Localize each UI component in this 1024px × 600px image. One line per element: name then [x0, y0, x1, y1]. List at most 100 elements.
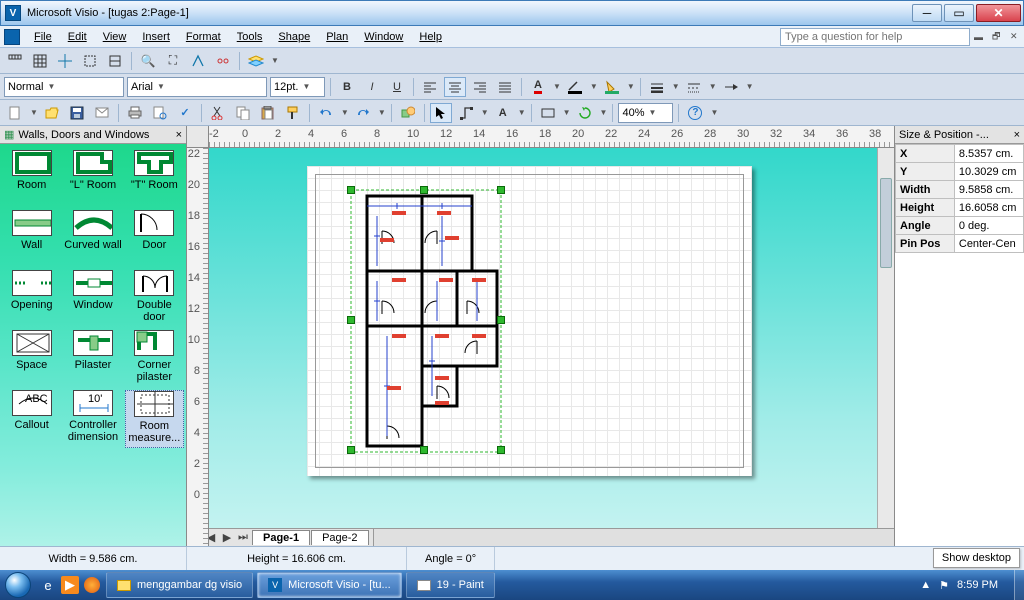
menu-insert[interactable]: Insert — [134, 29, 178, 45]
page-tab-2[interactable]: Page-2 — [311, 530, 368, 545]
help-button[interactable]: ? — [684, 103, 706, 123]
minimize-button[interactable]: ─ — [912, 4, 942, 22]
shape-stencil-item[interactable]: Space — [2, 330, 61, 388]
selection-handle-e[interactable] — [497, 316, 505, 324]
line-pattern-dropdown-icon[interactable]: ▼ — [709, 82, 717, 91]
pinned-firefox-icon[interactable] — [81, 572, 103, 598]
format-painter-button[interactable] — [282, 103, 304, 123]
bold-button[interactable]: B — [336, 77, 358, 97]
dynamic-grid-button[interactable] — [212, 51, 234, 71]
align-left-button[interactable] — [419, 77, 441, 97]
taskbar-button[interactable]: VMicrosoft Visio - [tu... — [257, 572, 402, 598]
selection-handle-se[interactable] — [497, 446, 505, 454]
system-tray[interactable]: ▲ ⚑ 8:59 PM — [904, 579, 1014, 592]
shape-stencil-item[interactable]: Room — [2, 150, 61, 208]
rotate-tool-button[interactable] — [574, 103, 596, 123]
vertical-scrollbar[interactable] — [877, 148, 894, 528]
size-position-close-button[interactable]: × — [1014, 129, 1020, 141]
font-combo[interactable]: Arial▼ — [127, 77, 267, 97]
shape-stencil-item[interactable]: Curved wall — [63, 210, 122, 268]
zoom-in-button[interactable]: 🔍 — [137, 51, 159, 71]
maximize-button[interactable]: ▭ — [944, 4, 974, 22]
font-color-dropdown-icon[interactable]: ▼ — [553, 82, 561, 91]
underline-button[interactable]: U — [386, 77, 408, 97]
page-breaks-toggle[interactable] — [104, 51, 126, 71]
line-pattern-button[interactable] — [683, 77, 705, 97]
email-button[interactable] — [91, 103, 113, 123]
rectangle-tool-button[interactable] — [537, 103, 559, 123]
size-pos-value[interactable]: 8.5357 cm. — [954, 145, 1023, 163]
taskbar-button[interactable]: menggambar dg visio — [106, 572, 253, 598]
size-pos-value[interactable]: 10.3029 cm — [954, 163, 1023, 181]
open-button[interactable] — [41, 103, 63, 123]
menu-edit[interactable]: Edit — [60, 29, 95, 45]
rulers-toggle[interactable] — [4, 51, 26, 71]
menu-format[interactable]: Format — [178, 29, 229, 45]
align-right-button[interactable] — [469, 77, 491, 97]
save-button[interactable] — [66, 103, 88, 123]
line-color-dropdown-icon[interactable]: ▼ — [590, 82, 598, 91]
shape-stencil-item[interactable]: Double door — [125, 270, 184, 328]
menu-plan[interactable]: Plan — [318, 29, 356, 45]
copy-button[interactable] — [232, 103, 254, 123]
help-search-input[interactable] — [780, 28, 970, 46]
selection-handle-ne[interactable] — [497, 186, 505, 194]
shape-stencil-item[interactable]: Opening — [2, 270, 61, 328]
mdi-close-button[interactable]: ✕ — [1010, 31, 1024, 42]
fill-color-dropdown-icon[interactable]: ▼ — [627, 82, 635, 91]
paste-button[interactable] — [257, 103, 279, 123]
shape-stencil-item[interactable]: "L" Room — [63, 150, 122, 208]
guides-toggle[interactable] — [54, 51, 76, 71]
fill-color-button[interactable] — [601, 77, 623, 97]
shape-stencil-item[interactable]: Corner pilaster — [125, 330, 184, 388]
help-dropdown-icon[interactable]: ▼ — [710, 108, 718, 117]
menu-file[interactable]: File — [26, 29, 60, 45]
grid-toggle[interactable] — [29, 51, 51, 71]
selection-handle-sw[interactable] — [347, 446, 355, 454]
show-desktop-button[interactable] — [1014, 570, 1024, 600]
tray-flag-icon[interactable]: ⚑ — [939, 579, 949, 592]
mdi-minimize-button[interactable]: ▬ — [974, 32, 988, 42]
connector-tool-button[interactable] — [455, 103, 477, 123]
style-combo[interactable]: Normal▼ — [4, 77, 124, 97]
shape-stencil-item[interactable]: Room measure... — [125, 390, 184, 448]
line-weight-button[interactable] — [646, 77, 668, 97]
undo-dropdown-icon[interactable]: ▼ — [341, 108, 349, 117]
rectangle-dropdown-icon[interactable]: ▼ — [563, 108, 571, 117]
shape-stencil-item[interactable]: Door — [125, 210, 184, 268]
cut-button[interactable] — [207, 103, 229, 123]
snap-glue-button[interactable] — [187, 51, 209, 71]
selection-handle-n[interactable] — [420, 186, 428, 194]
shape-stencil-item[interactable]: Wall — [2, 210, 61, 268]
layers-button[interactable] — [245, 51, 267, 71]
menu-tools[interactable]: Tools — [229, 29, 271, 45]
rotate-dropdown-icon[interactable]: ▼ — [600, 108, 608, 117]
shape-stencil-item[interactable]: ABCCallout — [2, 390, 61, 448]
page-tab-1[interactable]: Page-1 — [252, 530, 310, 545]
shape-stencil-item[interactable]: Window — [63, 270, 122, 328]
selection-handle-s[interactable] — [420, 446, 428, 454]
mdi-restore-button[interactable]: 🗗 — [992, 29, 1006, 45]
redo-button[interactable] — [352, 103, 374, 123]
floor-plan-drawing[interactable] — [347, 186, 547, 466]
menu-window[interactable]: Window — [356, 29, 411, 45]
undo-button[interactable] — [315, 103, 337, 123]
align-center-button[interactable] — [444, 77, 466, 97]
horizontal-ruler[interactable]: -202468101214161820222426283032343638 — [209, 126, 894, 148]
shape-stencil-item[interactable]: "T" Room — [125, 150, 184, 208]
print-button[interactable] — [124, 103, 146, 123]
italic-button[interactable]: I — [361, 77, 383, 97]
page-nav-next[interactable]: ▶ — [219, 531, 235, 544]
size-pos-value[interactable]: 0 deg. — [954, 217, 1023, 235]
line-ends-button[interactable] — [720, 77, 742, 97]
shape-stencil-item[interactable]: 10'Controller dimension — [63, 390, 122, 448]
spelling-button[interactable]: ✓ — [174, 103, 196, 123]
pinned-media-icon[interactable]: ▶ — [61, 576, 79, 594]
pan-zoom-button[interactable]: ⛶ — [162, 51, 184, 71]
menu-shape[interactable]: Shape — [270, 29, 318, 45]
layers-dropdown-icon[interactable]: ▼ — [271, 56, 279, 65]
new-button[interactable] — [4, 103, 26, 123]
connector-dropdown-icon[interactable]: ▼ — [481, 108, 489, 117]
pointer-tool-button[interactable] — [430, 103, 452, 123]
taskbar-button[interactable]: 19 - Paint — [406, 572, 495, 598]
